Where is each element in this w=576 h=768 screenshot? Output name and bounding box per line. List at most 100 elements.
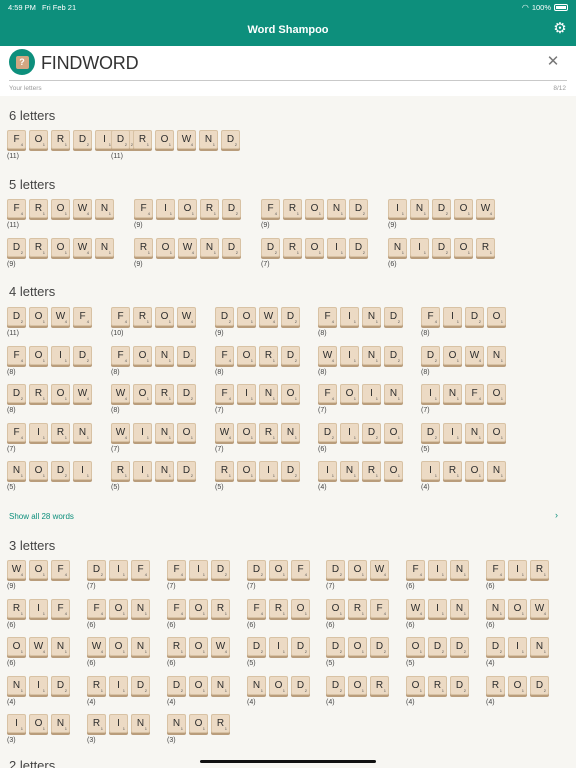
letter-tile: F4 <box>111 307 130 326</box>
tile-points: 1 <box>168 473 171 478</box>
word-tiles: I1N1R1O1 <box>318 461 403 480</box>
word-item[interactable]: F 4 R 1 O 1 W 4 (10) <box>111 307 196 347</box>
letter-tile: D2 <box>177 461 196 480</box>
word-item[interactable]: N 1 O 1 D 2 I 1 (5) <box>7 461 92 501</box>
word-item[interactable]: F 4 R 1 O 1 N 1 D 2 (9) <box>261 199 368 239</box>
word-item[interactable]: F 4 O 1 R 1 (6) <box>167 598 230 639</box>
word-item[interactable]: F 4 I 1 N 1 D 2 (8) <box>318 307 403 347</box>
word-item[interactable]: D 2 R 1 O 1 W 4 (8) <box>7 384 92 424</box>
word-tiles: F4R1O1 <box>247 598 310 618</box>
word-item[interactable]: W 4 I 1 N 1 D 2 (8) <box>318 345 403 386</box>
word-score: (5) <box>215 484 224 491</box>
letter-tile: R1 <box>269 598 288 618</box>
word-item[interactable]: N 1 O 1 W 4 (6) <box>486 598 549 639</box>
word-item[interactable]: D 2 I 1 N 1 (4) <box>486 637 549 677</box>
word-item[interactable]: W 4 O 1 F 4 (9) <box>7 560 70 600</box>
word-item[interactable]: R 1 I 1 F 4 (6) <box>7 598 70 639</box>
word-item[interactable]: R 1 O 1 I 1 D 2 (5) <box>215 461 300 501</box>
word-item[interactable]: R 1 I 1 D 2 (4) <box>87 675 150 716</box>
home-indicator <box>200 760 376 763</box>
gear-icon[interactable]: ⚙ <box>552 21 568 37</box>
word-score: (9) <box>388 222 397 229</box>
help-button[interactable]: ? <box>9 49 35 75</box>
word-item[interactable]: R 1 I 1 N 1 D 2 (5) <box>111 461 196 501</box>
word-item[interactable]: D 2 O 1 D 2 (5) <box>326 637 389 677</box>
letter-tile: N1 <box>362 345 381 365</box>
word-item[interactable]: O 1 D 2 D 2 (5) <box>406 637 469 677</box>
letter-tile: I1 <box>29 598 48 618</box>
word-item[interactable]: F 4 O 1 I 1 D 2 (8) <box>7 345 92 386</box>
word-item[interactable]: W 4 O 1 R 1 N 1 (7) <box>215 422 300 463</box>
word-item[interactable]: N 1 I 1 D 2 O 1 R 1 (6) <box>388 238 495 278</box>
status-time: 4:59 PM <box>8 2 36 12</box>
word-item[interactable]: F 4 I 1 R 1 N 1 (7) <box>7 422 92 463</box>
word-item[interactable]: R 1 O 1 W 4 N 1 D 2 (9) <box>134 238 241 278</box>
letter-tile: R1 <box>167 637 186 656</box>
word-item[interactable]: D 2 O 1 W 4 F 4 (11) <box>7 307 92 347</box>
word-item[interactable]: R 1 O 1 W 4 (6) <box>167 637 230 677</box>
tile-points: 1 <box>478 473 481 478</box>
word-item[interactable]: W 4 O 1 N 1 (6) <box>87 637 150 677</box>
word-item[interactable]: F 4 R 1 O 1 (6) <box>247 598 310 639</box>
word-item[interactable]: D 2 R 1 O 1 W 4 N 1 D 2 (11) <box>111 130 240 170</box>
letter-tile: R1 <box>200 199 219 218</box>
word-item[interactable]: D 2 R 1 O 1 I 1 D 2 (7) <box>261 238 368 278</box>
word-item[interactable]: D 2 I 1 F 4 (7) <box>87 560 150 600</box>
word-score: (9) <box>134 261 143 268</box>
word-item[interactable]: D 2 O 1 N 1 (4) <box>167 675 230 716</box>
word-item[interactable]: N 1 O 1 R 1 (3) <box>167 714 230 754</box>
word-item[interactable]: F 4 I 1 N 1 (6) <box>406 560 469 600</box>
word-item[interactable]: I 1 N 1 D 2 O 1 W 4 (9) <box>388 199 495 239</box>
word-item[interactable]: R 1 I 1 N 1 (3) <box>87 714 150 754</box>
letter-tile: O1 <box>508 598 527 618</box>
word-item[interactable]: O 1 R 1 F 4 (6) <box>326 598 389 639</box>
word-item[interactable]: R 1 O 1 D 2 (4) <box>486 675 549 716</box>
word-item[interactable]: I 1 N 1 R 1 O 1 (4) <box>318 461 403 501</box>
letters-input[interactable] <box>41 52 511 74</box>
word-item[interactable]: D 2 I 1 N 1 O 1 (5) <box>421 422 506 463</box>
word-item[interactable]: D 2 O 1 F 4 (7) <box>247 560 310 600</box>
tile-points: 1 <box>250 319 253 324</box>
word-item[interactable]: W 4 I 1 N 1 (6) <box>406 598 469 639</box>
show-all-words-link[interactable]: Show all 28 words <box>9 512 74 521</box>
word-item[interactable]: F 4 O 1 I 1 N 1 (7) <box>318 384 403 424</box>
word-item[interactable]: D 2 O 1 W 4 (7) <box>326 560 389 600</box>
tile-points: 1 <box>339 610 342 616</box>
word-item[interactable]: F 4 I 1 R 1 (6) <box>486 560 549 600</box>
letter-tile: R1 <box>51 422 70 442</box>
word-item[interactable]: F 4 O 1 R 1 D 2 (8) <box>215 345 300 386</box>
word-item[interactable]: N 1 I 1 D 2 (4) <box>7 675 70 716</box>
word-item[interactable]: F 4 I 1 N 1 O 1 (7) <box>215 384 300 424</box>
word-item[interactable]: O 1 W 4 N 1 (6) <box>7 637 70 677</box>
tile-points: 4 <box>228 357 231 363</box>
word-item[interactable]: I 1 R 1 O 1 N 1 (4) <box>421 461 506 501</box>
word-item[interactable]: F 4 O 1 N 1 D 2 (8) <box>111 345 196 386</box>
word-item[interactable]: I 1 N 1 F 4 O 1 (7) <box>421 384 506 424</box>
word-item[interactable]: W 4 I 1 N 1 O 1 (7) <box>111 422 196 463</box>
word-item[interactable]: W 4 O 1 R 1 D 2 (8) <box>111 384 196 424</box>
word-item[interactable]: I 1 O 1 N 1 (3) <box>7 714 70 754</box>
word-item[interactable]: F 4 R 1 O 1 W 4 N 1 (11) <box>7 199 114 239</box>
word-item[interactable]: N 1 O 1 D 2 (4) <box>247 675 310 716</box>
nav-bar: Word Shampoo ⚙ <box>0 14 576 46</box>
letter-tile: R1 <box>29 384 48 403</box>
tile-points: 4 <box>124 396 127 401</box>
tile-points: 1 <box>499 687 502 693</box>
word-item[interactable]: D 2 O 1 R 1 (4) <box>326 675 389 716</box>
letter-tile: W4 <box>406 598 425 618</box>
word-item[interactable]: D 2 O 1 W 4 D 2 (9) <box>215 307 300 347</box>
word-item[interactable]: F 4 I 1 D 2 O 1 (8) <box>421 307 506 347</box>
close-icon[interactable]: ✕ <box>546 53 560 71</box>
word-item[interactable]: D 2 O 1 W 4 N 1 (8) <box>421 345 506 386</box>
word-tiles: N1O1D2 <box>247 675 310 695</box>
word-tiles: D2I1N1O1 <box>421 422 506 442</box>
word-item[interactable]: F 4 I 1 O 1 R 1 D 2 (9) <box>134 199 241 239</box>
word-item[interactable]: O 1 R 1 D 2 (4) <box>406 675 469 716</box>
word-item[interactable]: F 4 O 1 N 1 (6) <box>87 598 150 639</box>
letter-tile: D2 <box>291 675 310 695</box>
word-item[interactable]: D 2 R 1 O 1 W 4 N 1 (9) <box>7 238 114 278</box>
word-item[interactable]: D 2 I 1 D 2 (5) <box>247 637 310 677</box>
chevron-right-icon[interactable]: › <box>555 510 558 520</box>
word-item[interactable]: D 2 I 1 D 2 O 1 (6) <box>318 422 403 463</box>
word-item[interactable]: F 4 I 1 D 2 (7) <box>167 560 230 600</box>
